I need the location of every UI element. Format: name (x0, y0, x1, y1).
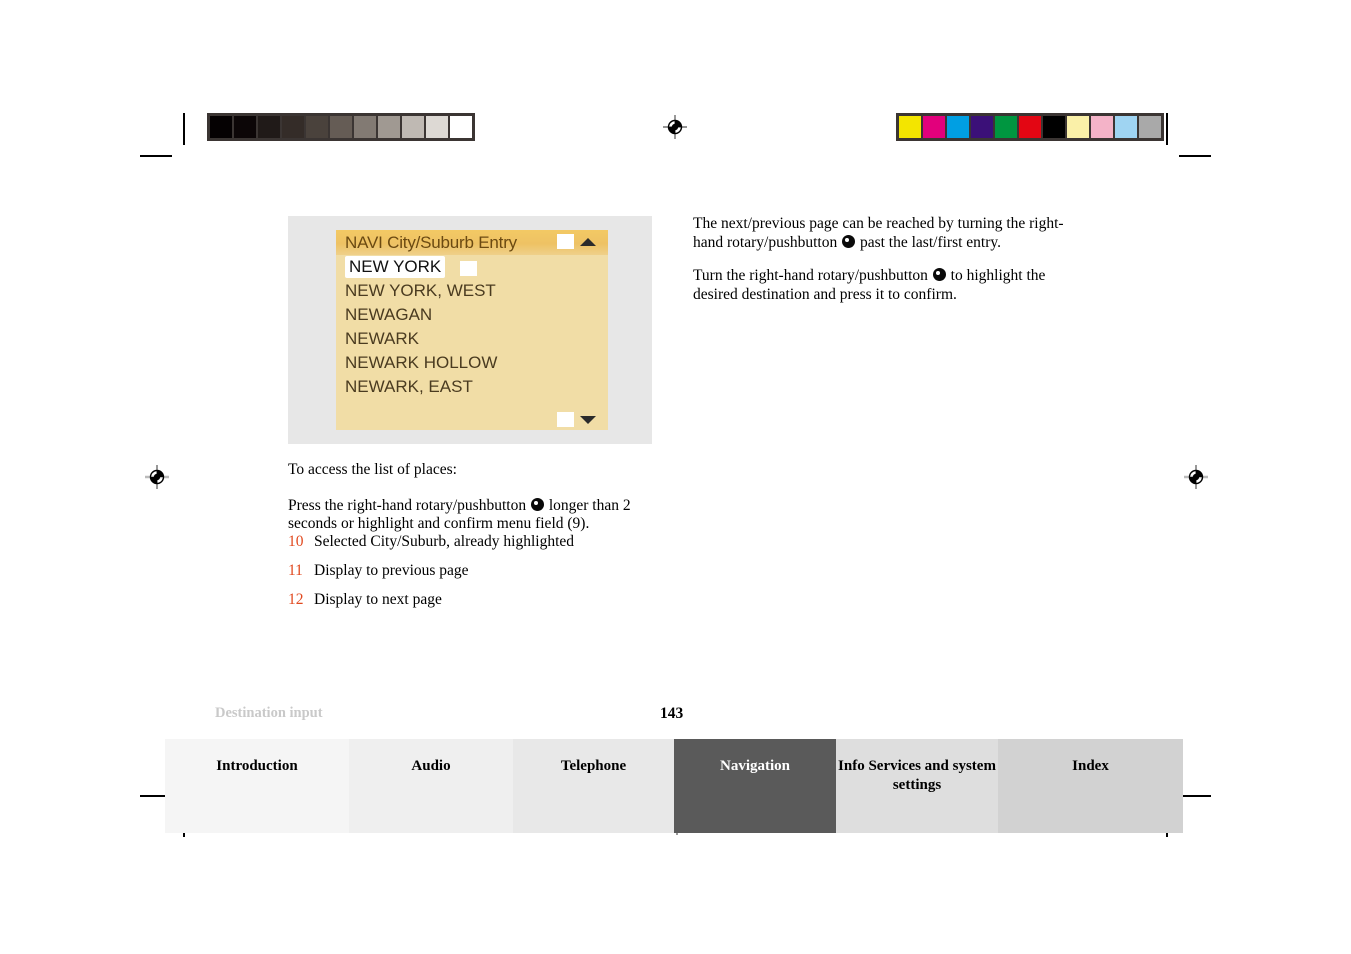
right-column-text: The next/previous page can be reached by… (693, 215, 1065, 313)
crop-mark-top-right-vertical (1166, 113, 1168, 145)
crop-mark-bottom-right-horizontal (1179, 795, 1211, 797)
grayscale-calibration-strip (207, 113, 475, 141)
navi-list-item[interactable]: NEWARK (336, 327, 608, 351)
callout-marker-12 (557, 412, 574, 427)
gray-patch (426, 116, 448, 138)
registration-mark-left (145, 465, 169, 489)
registration-mark-right (1184, 465, 1208, 489)
color-patch (947, 116, 969, 138)
color-patch (1139, 116, 1161, 138)
navi-list-item[interactable]: NEWARK HOLLOW (336, 351, 608, 375)
legend-item: 10 Selected City/Suburb, already highlig… (288, 531, 708, 552)
callout-marker-11 (557, 234, 574, 249)
navi-list-item-label: NEW YORK (345, 256, 446, 278)
color-patch (899, 116, 921, 138)
callout-marker-10 (460, 261, 477, 276)
color-patch (1067, 116, 1089, 138)
navi-screen-figure: NAVI City/Suburb Entry NEW YORK NEW YORK… (288, 216, 652, 444)
color-patch (923, 116, 945, 138)
gray-patch (306, 116, 328, 138)
tab-navigation[interactable]: Navigation (674, 739, 836, 833)
right-paragraph-1: The next/previous page can be reached by… (693, 215, 1065, 252)
left-intro-line: To access the list of places: (288, 461, 457, 478)
legend-item-text: Display to next page (314, 591, 442, 608)
legend-item-text: Selected City/Suburb, already highlighte… (314, 533, 575, 550)
color-patch (1091, 116, 1113, 138)
triangle-down-icon[interactable] (580, 416, 596, 424)
chapter-tab-bar: Introduction Audio Telephone Navigation … (165, 739, 1183, 833)
gray-patch (330, 116, 352, 138)
right-paragraph-2: Turn the right-hand rotary/pushbutton to… (693, 267, 1065, 304)
color-patch (971, 116, 993, 138)
legend-item: 11 Display to previous page (288, 560, 708, 581)
legend-item-number: 10 (288, 533, 304, 550)
registration-mark-top-center (663, 115, 687, 139)
gray-patch (450, 116, 472, 138)
color-patch (995, 116, 1017, 138)
tab-info-services-and-system-settings[interactable]: Info Services and system settings (836, 739, 998, 833)
gray-patch (402, 116, 424, 138)
legend-item-text: Display to previous page (314, 562, 469, 579)
rotary-pushbutton-icon (932, 268, 946, 281)
color-patch (1019, 116, 1041, 138)
gray-patch (234, 116, 256, 138)
crop-mark-top-left-vertical (183, 113, 185, 145)
gray-patch (258, 116, 280, 138)
navi-header-title: NAVI City/Suburb Entry (345, 232, 517, 252)
navi-list-item[interactable]: NEW YORK, WEST (336, 279, 608, 303)
left-instruction-text-a: Press the right-hand rotary/pushbutton (288, 496, 527, 514)
gray-patch (282, 116, 304, 138)
right-paragraph-2-text-a: Turn the right-hand rotary/pushbutton (693, 267, 928, 284)
rotary-pushbutton-icon (842, 234, 856, 248)
legend-item-number: 11 (288, 562, 303, 579)
crop-mark-top-left-horizontal (140, 155, 172, 157)
gray-patch (354, 116, 376, 138)
footer-chapter-label: Destination input (215, 705, 323, 721)
legend-list: 10 Selected City/Suburb, already highlig… (288, 531, 708, 618)
tab-index[interactable]: Index (998, 739, 1183, 833)
manual-page: NAVI City/Suburb Entry NEW YORK NEW YORK… (0, 0, 1351, 954)
navi-list-item[interactable]: NEWAGAN (336, 303, 608, 327)
color-calibration-strip (896, 113, 1164, 141)
legend-item: 12 Display to next page (288, 589, 708, 610)
rotary-pushbutton-icon (530, 497, 544, 511)
right-paragraph-1-text-b: past the last/first entry. (859, 233, 1002, 251)
color-patch (1043, 116, 1065, 138)
gray-patch (210, 116, 232, 138)
triangle-up-icon[interactable] (580, 238, 596, 246)
crop-mark-top-right-horizontal (1179, 155, 1211, 157)
color-patch (1115, 116, 1137, 138)
navi-list-item[interactable]: NEWARK, EAST (336, 375, 608, 399)
left-instruction: Press the right-hand rotary/pushbutton l… (288, 497, 663, 534)
tab-audio[interactable]: Audio (349, 739, 513, 833)
legend-item-number: 12 (288, 591, 304, 608)
gray-patch (378, 116, 400, 138)
tab-introduction[interactable]: Introduction (165, 739, 349, 833)
tab-telephone[interactable]: Telephone (513, 739, 674, 833)
page-number: 143 (660, 705, 684, 722)
navi-display: NAVI City/Suburb Entry NEW YORK NEW YORK… (336, 230, 608, 430)
